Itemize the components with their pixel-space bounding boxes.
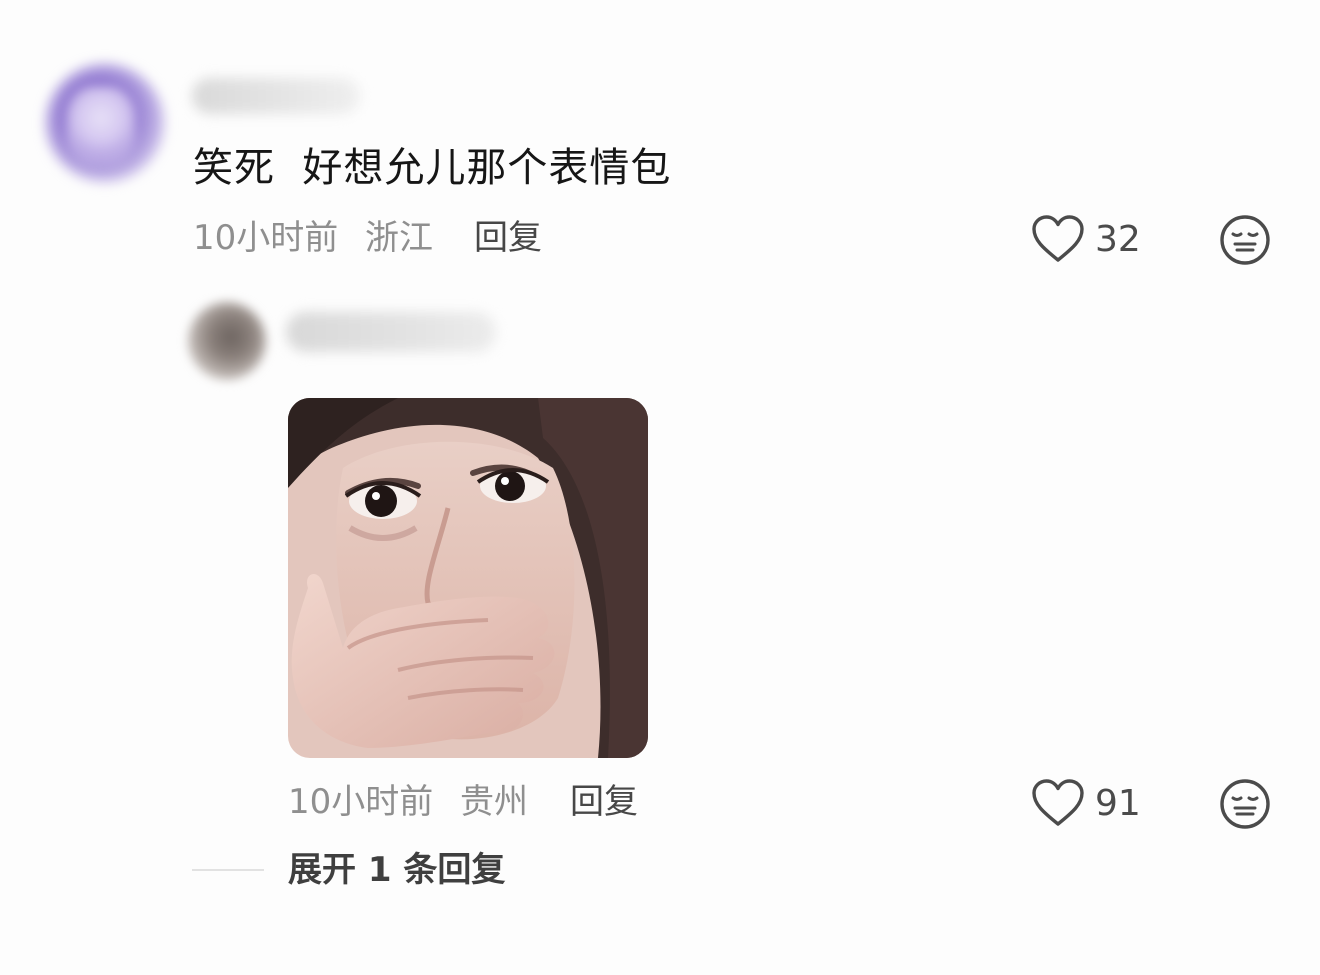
commenter-avatar-detail — [66, 86, 136, 166]
comment-thread: 笑死 好想允儿那个表情包 10小时前 浙江 回复 32 10小时前 贵州 回复 … — [0, 0, 1320, 975]
replier-name-blurred[interactable] — [286, 312, 496, 352]
comment-location: 浙江 — [365, 218, 433, 258]
heart-outline-icon[interactable] — [1031, 778, 1085, 828]
expand-replies-button[interactable]: 展开 1 条回复 — [288, 848, 505, 892]
expand-divider — [192, 869, 264, 871]
reply-location: 贵州 — [460, 782, 528, 822]
heart-outline-icon[interactable] — [1031, 214, 1085, 264]
reply-like-count: 91 — [1095, 783, 1141, 824]
commenter-name-blurred[interactable] — [192, 78, 360, 114]
comment-like-count: 32 — [1095, 219, 1141, 260]
meh-face-icon[interactable] — [1218, 213, 1272, 267]
meh-face-icon[interactable] — [1218, 777, 1272, 831]
sticker-image[interactable] — [288, 398, 648, 758]
reply-time: 10小时前 — [288, 782, 434, 822]
reply-reply-button[interactable]: 回复 — [570, 780, 638, 824]
comment-text: 笑死 好想允儿那个表情包 — [193, 145, 672, 191]
comment-reply-button[interactable]: 回复 — [474, 216, 542, 260]
comment-time: 10小时前 — [193, 218, 339, 258]
replier-avatar[interactable] — [188, 302, 266, 380]
